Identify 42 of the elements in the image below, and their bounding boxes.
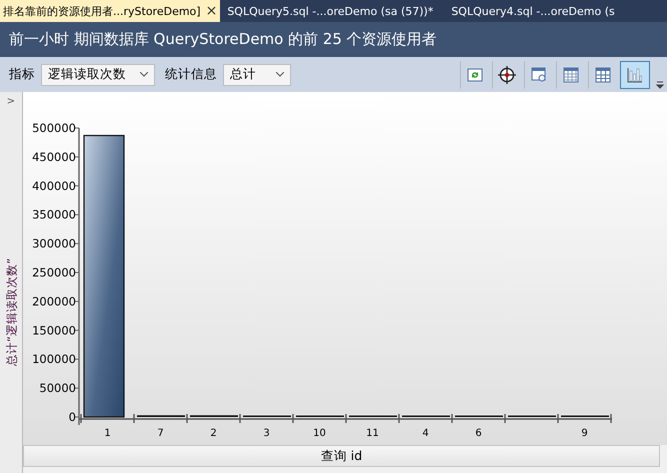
statistic-dropdown[interactable]: 总计	[223, 64, 291, 86]
report-title: 前一小时 期间数据库 QueryStoreDemo 的前 25 个资源使用者	[0, 22, 667, 57]
x-axis-title: 查询 id	[23, 445, 660, 467]
x-tick-label: 7	[157, 428, 164, 439]
x-tick-label: 1	[104, 428, 111, 439]
table-icon	[595, 66, 611, 82]
y-tick-label: 100000	[32, 352, 76, 366]
document-tab[interactable]: SQLQuery5.sql -...oreDemo (sa (57))*	[224, 0, 436, 22]
y-tick-label: 400000	[32, 178, 76, 193]
document-tab[interactable]: SQLQuery4.sql -...oreDemo (s	[448, 0, 618, 22]
y-tick-label: 450000	[32, 150, 76, 164]
close-button[interactable]: ×	[206, 3, 218, 19]
metric-label: 指标	[9, 66, 35, 83]
overflow-icon[interactable]	[656, 81, 664, 89]
y-tick-label: 150000	[32, 323, 76, 338]
document-tab[interactable]: 排名靠前的资源使用者...ryStoreDemo] ×	[0, 0, 220, 22]
y-tick-label: 200000	[32, 294, 76, 308]
caret-icon	[140, 72, 148, 77]
metric-dropdown[interactable]: 逻辑读取次数	[41, 64, 155, 86]
y-tick-label: 50000	[39, 381, 76, 396]
caret-icon	[276, 72, 284, 77]
x-tick-label: 3	[263, 428, 270, 439]
window-icon	[531, 66, 547, 82]
y-axis-title: 总计“逻辑读取次数”	[4, 258, 20, 366]
x-tick-label: 4	[422, 428, 429, 439]
refresh-icon	[467, 66, 483, 82]
expand-toggle[interactable]: >	[6, 96, 16, 107]
statistic-label: 统计信息	[165, 66, 217, 83]
x-tick-label: 11	[366, 428, 379, 439]
x-tick-label: 6	[475, 428, 482, 439]
x-tick-label: 10	[313, 428, 326, 439]
toolbar-button[interactable]	[620, 60, 650, 88]
crosshair-icon	[498, 66, 516, 84]
grid-icon	[563, 66, 579, 82]
y-tick-label: 500000	[32, 121, 76, 135]
y-tick-label: 0	[68, 410, 76, 424]
y-tick-label: 250000	[32, 266, 76, 280]
y-tick-label: 300000	[32, 236, 76, 251]
x-tick-label: 9	[581, 428, 588, 439]
y-tick-label: 350000	[32, 208, 76, 222]
bar-chart-icon	[626, 66, 644, 84]
x-tick-label: 2	[210, 428, 217, 439]
